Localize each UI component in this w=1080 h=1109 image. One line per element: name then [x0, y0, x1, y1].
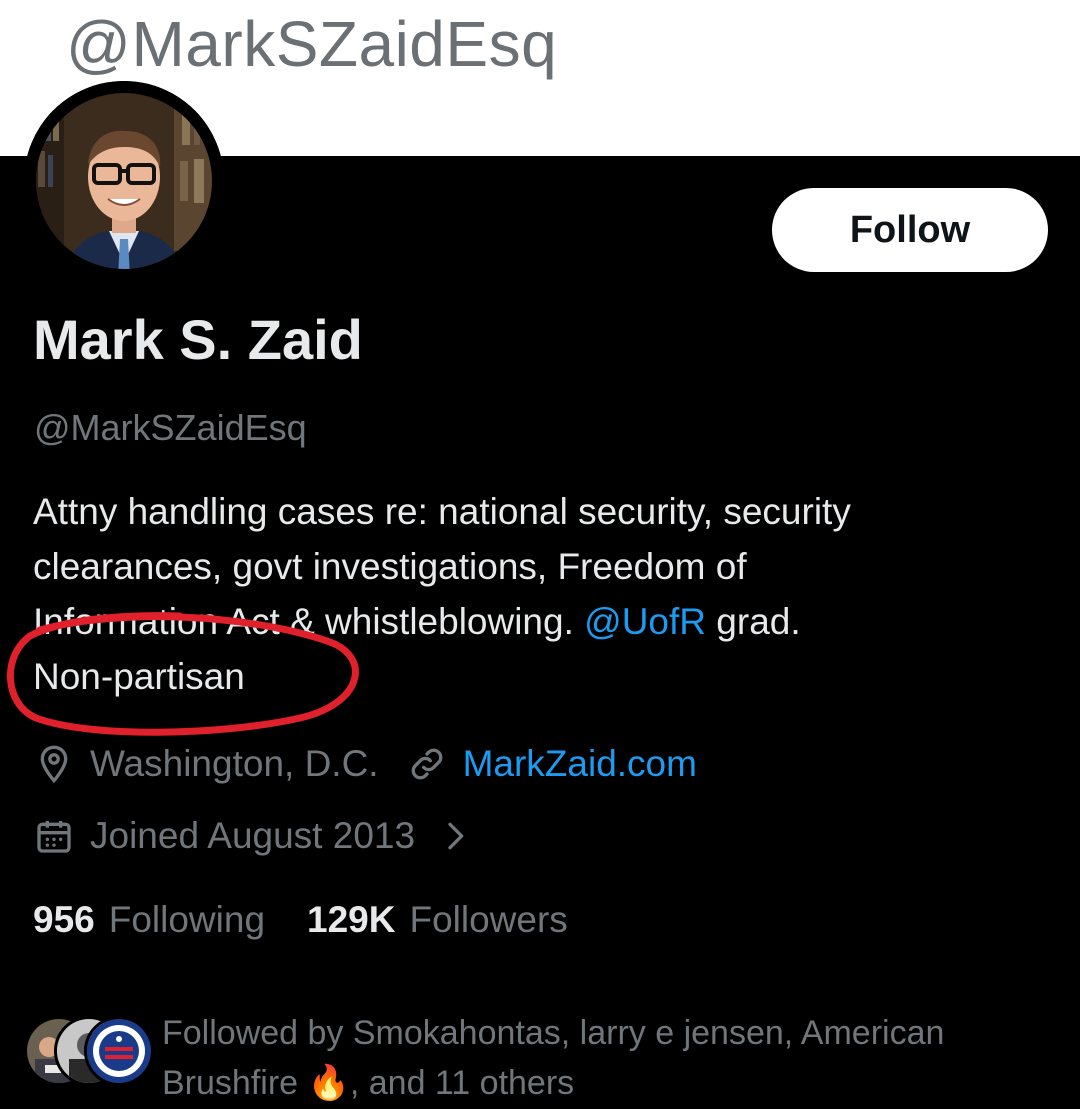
mention-link[interactable]: @UofR	[584, 601, 706, 642]
header-handle: @MarkSZaidEsq	[66, 8, 558, 80]
calendar-icon	[34, 816, 74, 856]
bio-line: grad.	[716, 601, 801, 642]
following-count: 956	[33, 899, 95, 940]
followed-by-names: Brushfire	[162, 1064, 299, 1102]
bio: Attny handling cases re: national securi…	[33, 484, 1033, 704]
followed-by-names: Followed by Smokahontas, larry e jensen,…	[162, 1014, 945, 1052]
fire-emoji-icon: 🔥	[307, 1064, 350, 1102]
profile-handle: @MarkSZaidEsq	[34, 407, 307, 448]
follow-stats: 956 Following 129K Followers	[33, 892, 610, 948]
bio-line: Non-partisan	[33, 656, 245, 697]
followed-by-row[interactable]: Followed by Smokahontas, larry e jensen,…	[24, 1008, 1042, 1108]
bio-line: Attny handling cases re: national securi…	[33, 491, 851, 532]
chevron-right-icon	[435, 816, 475, 856]
bio-line: clearances, govt investigations, Freedom…	[33, 546, 747, 587]
followed-by-avatars	[24, 1016, 154, 1096]
location-pin-icon	[34, 744, 74, 784]
location-website-row: Washington, D.C. MarkZaid.com	[34, 736, 697, 792]
followers-stat[interactable]: 129K Followers	[307, 892, 568, 948]
follower-avatar	[84, 1016, 154, 1086]
joined-row[interactable]: Joined August 2013	[34, 808, 491, 864]
followers-label: Followers	[409, 899, 568, 940]
follow-button[interactable]: Follow	[772, 188, 1048, 272]
followed-by-others: , and 11 others	[349, 1064, 575, 1102]
location-text: Washington, D.C.	[90, 743, 379, 784]
website-link[interactable]: MarkZaid.com	[463, 736, 697, 792]
followed-by-text: Followed by Smokahontas, larry e jensen,…	[162, 1008, 1042, 1108]
display-name: Mark S. Zaid	[33, 308, 363, 371]
link-icon	[407, 744, 447, 784]
following-stat[interactable]: 956 Following	[33, 892, 265, 948]
profile-page: @MarkSZaidEsq Follow Mark S. Zaid @MarkS…	[0, 0, 1080, 1109]
followers-count: 129K	[307, 899, 396, 940]
following-label: Following	[108, 899, 266, 940]
joined-text: Joined August 2013	[90, 815, 416, 856]
bio-line: Information Act & whistleblowing.	[33, 601, 574, 642]
profile-avatar[interactable]	[24, 81, 224, 281]
